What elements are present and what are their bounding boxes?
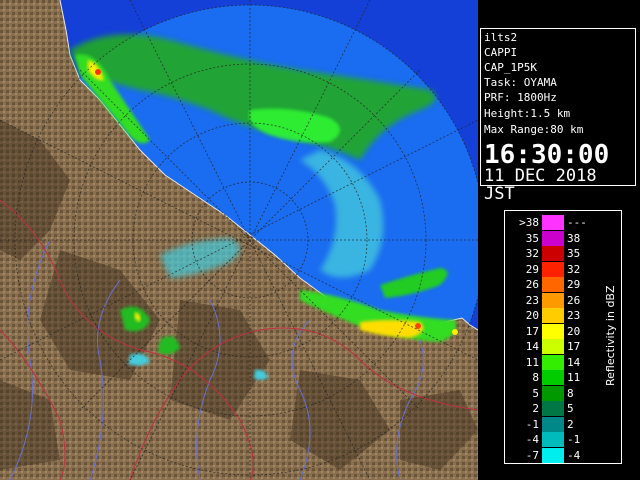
legend-low-value: 26 xyxy=(525,278,539,291)
legend-low-value: 35 xyxy=(525,231,539,245)
legend-low-value: 32 xyxy=(525,247,539,260)
legend-low-value: 17 xyxy=(525,324,539,338)
legend-low-value: 29 xyxy=(525,262,539,276)
legend-swatch xyxy=(542,308,564,323)
legend-row: -4 -1 xyxy=(505,432,601,447)
legend-swatch xyxy=(542,370,564,385)
legend-swatch xyxy=(542,277,564,292)
info-radar-id: ilts2 xyxy=(484,31,518,44)
legend-swatch xyxy=(542,385,564,401)
scan-time: 16:30:00 xyxy=(484,140,610,170)
legend-low-value: >38 xyxy=(519,216,539,229)
legend-high-value: 38 xyxy=(567,231,581,245)
legend-row: 11 14 xyxy=(505,354,601,370)
legend-high-value: 32 xyxy=(567,262,581,276)
legend-high-value: -4 xyxy=(567,448,581,462)
legend-high-value: 35 xyxy=(567,247,581,260)
legend-high-value: 17 xyxy=(567,340,581,353)
info-height: Height:1.5 km xyxy=(484,107,571,120)
legend-row: 58 xyxy=(505,385,601,401)
legend-swatch xyxy=(542,215,564,230)
scan-info-panel: ilts2 CAPPI CAP_1P5K Task: OYAMA PRF: 18… xyxy=(480,28,636,203)
legend-high-value: 2 xyxy=(567,417,574,431)
legend-swatch xyxy=(542,401,564,416)
legend-high-value: 11 xyxy=(567,371,581,384)
info-task: Task: OYAMA xyxy=(484,76,557,89)
legend-swatch xyxy=(542,261,564,277)
legend-low-value: 23 xyxy=(525,293,539,307)
legend-row: -7 -4 xyxy=(505,447,601,463)
legend-high-value: 26 xyxy=(567,293,581,307)
legend-low-value: -4 xyxy=(525,433,539,446)
legend-high-value: 5 xyxy=(567,402,574,415)
legend-row: >38 --- xyxy=(505,215,601,230)
legend-swatch xyxy=(542,354,564,370)
info-max-range: Max Range:80 km xyxy=(484,123,584,136)
legend-row: 23 26 xyxy=(505,292,601,308)
legend-swatch xyxy=(542,416,564,432)
legend-row: -1 2 xyxy=(505,416,601,432)
legend-swatch xyxy=(542,292,564,308)
legend-low-value: -1 xyxy=(525,417,539,431)
legend-row: 8 11 xyxy=(505,370,601,385)
legend-low-value: 2 xyxy=(532,402,539,415)
legend-row: 20 23 xyxy=(505,308,601,323)
info-prf: PRF: 1800Hz xyxy=(484,91,557,104)
legend-high-value: 20 xyxy=(567,324,581,338)
legend-high-value: --- xyxy=(567,216,587,229)
legend-row: 26 29 xyxy=(505,277,601,292)
legend-high-value: 14 xyxy=(567,355,581,369)
legend-high-value: 23 xyxy=(567,309,581,322)
info-product-code: CAP_1P5K xyxy=(484,61,537,74)
legend-low-value: 14 xyxy=(525,340,539,353)
legend-low-value: -7 xyxy=(525,448,539,462)
legend-swatch xyxy=(542,447,564,463)
legend-row: 32 35 xyxy=(505,246,601,261)
info-product: CAPPI xyxy=(484,46,518,59)
legend-row: 14 17 xyxy=(505,339,601,354)
legend-low-value: 5 xyxy=(532,386,539,400)
legend-row: 17 20 xyxy=(505,323,601,339)
legend-low-value: 8 xyxy=(532,371,539,384)
legend-low-value: 11 xyxy=(525,355,539,369)
legend-swatch xyxy=(542,323,564,339)
legend-swatch xyxy=(542,230,564,246)
legend-swatch xyxy=(542,246,564,261)
legend-high-value: 29 xyxy=(567,278,581,291)
reflectivity-legend: >38 --- 35 38 32 35 29 32 26 29 23 26 20 23 17 20 14 17 11… xyxy=(504,210,622,464)
legend-swatch xyxy=(542,339,564,354)
legend-row: 25 xyxy=(505,401,601,416)
scan-date: 11 DEC 2018 JST xyxy=(484,166,597,204)
legend-row: 29 32 xyxy=(505,261,601,277)
legend-swatch xyxy=(542,432,564,447)
legend-row: 35 38 xyxy=(505,230,601,246)
legend-high-value: 8 xyxy=(567,386,574,400)
legend-title: Reflectivity in dBZ xyxy=(604,285,617,387)
radar-map xyxy=(0,0,478,480)
legend-high-value: -1 xyxy=(567,433,581,446)
legend-low-value: 20 xyxy=(525,309,539,322)
